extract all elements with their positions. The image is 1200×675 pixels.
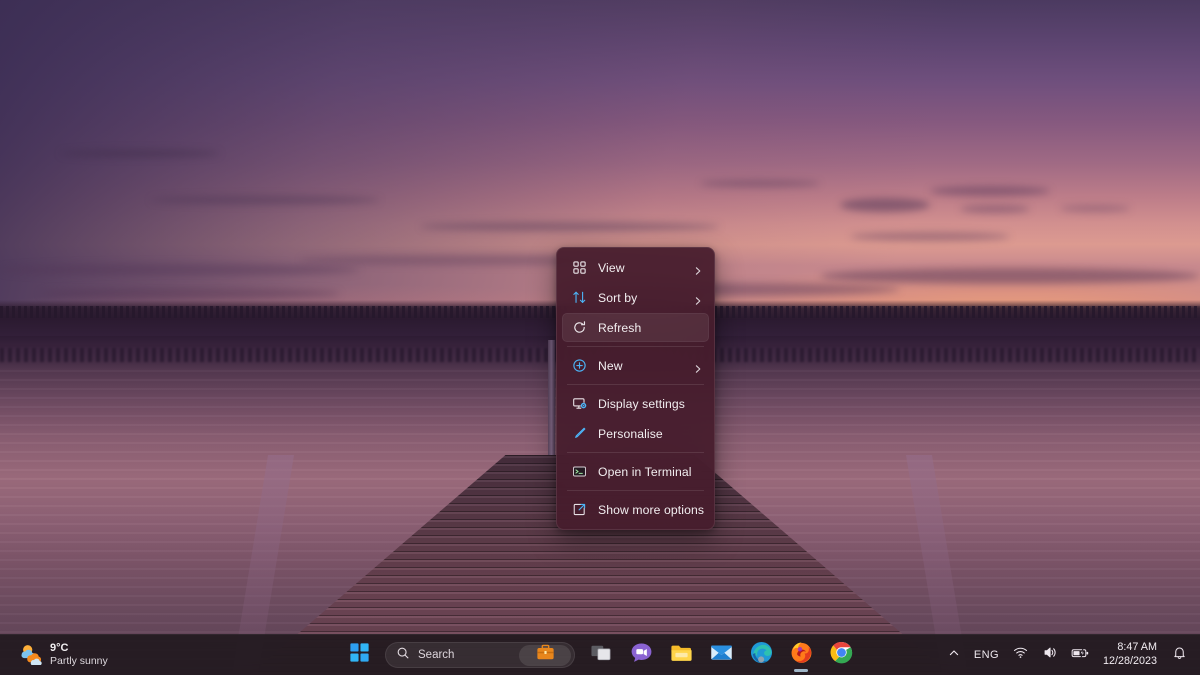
sort-icon [570, 289, 588, 307]
context-menu-item-label: New [598, 358, 623, 373]
volume-button[interactable] [1035, 638, 1064, 672]
weather-condition: Partly sunny [50, 655, 108, 668]
show-more-icon [570, 501, 588, 519]
firefox-icon [790, 641, 813, 669]
context-menu-item-open-in-terminal[interactable]: Open in Terminal [562, 457, 709, 486]
display-settings-icon [570, 395, 588, 413]
taskbar-app-firefox[interactable] [781, 635, 821, 675]
clock-time: 8:47 AM [1117, 641, 1157, 654]
wifi-icon [1013, 645, 1028, 665]
edge-icon [750, 641, 773, 669]
mail-icon [710, 643, 733, 667]
grid-icon [570, 259, 588, 277]
tray-overflow-button[interactable] [941, 638, 967, 672]
file-explorer-icon [670, 643, 693, 668]
context-menu-item-label: View [598, 260, 625, 275]
desktop-context-menu[interactable]: View Sort by Refresh New Display setting… [556, 247, 715, 530]
refresh-icon [570, 319, 588, 337]
notifications-button[interactable] [1165, 638, 1194, 672]
context-menu-item-label: Open in Terminal [598, 464, 692, 479]
context-menu-item-display-settings[interactable]: Display settings [562, 389, 709, 418]
context-menu-item-personalise[interactable]: Personalise [562, 419, 709, 448]
context-menu-item-label: Personalise [598, 426, 663, 441]
taskbar-app-edge[interactable] [741, 635, 781, 675]
network-button[interactable] [1006, 638, 1035, 672]
chat-icon [630, 642, 653, 668]
context-menu-item-refresh[interactable]: Refresh [562, 313, 709, 342]
chevron-right-icon [693, 361, 703, 373]
taskbar-app-file-explorer[interactable] [661, 635, 701, 675]
taskbar-clock[interactable]: 8:47 AM 12/28/2023 [1097, 638, 1165, 672]
briefcase-icon [536, 644, 555, 666]
chevron-up-icon [948, 646, 960, 664]
volume-icon [1042, 645, 1057, 665]
language-indicator[interactable]: ENG [967, 638, 1006, 672]
windows-logo-icon [349, 643, 369, 667]
search-icon [396, 646, 410, 665]
dock-post [548, 340, 555, 460]
search-highlight-chip[interactable] [519, 644, 571, 666]
taskbar-weather-widget[interactable]: 9°C Partly sunny [4, 638, 118, 672]
context-menu-item-label: Refresh [598, 320, 642, 335]
start-button[interactable] [339, 635, 379, 675]
context-menu-item-show-more-options[interactable]: Show more options [562, 495, 709, 524]
taskbar-app-chrome[interactable] [821, 635, 861, 675]
taskbar-app-mail[interactable] [701, 635, 741, 675]
context-menu-item-view[interactable]: View [562, 253, 709, 282]
battery-charging-icon [1071, 646, 1090, 665]
context-menu-separator [567, 346, 704, 347]
context-menu-separator [567, 452, 704, 453]
terminal-icon [570, 463, 588, 481]
taskbar[interactable]: 9°C Partly sunny Search ENG 8:47 AM 12/2… [0, 634, 1200, 675]
personalise-icon [570, 425, 588, 443]
app-running-indicator [794, 669, 808, 672]
context-menu-separator [567, 384, 704, 385]
task-view-icon [590, 643, 612, 668]
taskbar-center-cluster: Search [339, 635, 861, 675]
desktop[interactable]: View Sort by Refresh New Display setting… [0, 0, 1200, 675]
new-plus-icon [570, 357, 588, 375]
taskbar-app-task-view[interactable] [581, 635, 621, 675]
context-menu-item-sort-by[interactable]: Sort by [562, 283, 709, 312]
chevron-right-icon [693, 263, 703, 275]
language-label: ENG [973, 649, 999, 661]
partly-sunny-icon [18, 641, 42, 670]
taskbar-app-chat[interactable] [621, 635, 661, 675]
context-menu-item-label: Display settings [598, 396, 685, 411]
context-menu-item-new[interactable]: New [562, 351, 709, 380]
system-tray: ENG 8:47 AM 12/28/2023 [941, 635, 1194, 675]
chrome-icon [830, 641, 853, 669]
chevron-right-icon [693, 293, 703, 305]
context-menu-separator [567, 490, 704, 491]
weather-temperature: 9°C [50, 642, 69, 655]
bell-icon [1172, 645, 1187, 665]
context-menu-item-label: Sort by [598, 290, 638, 305]
search-box[interactable]: Search [385, 642, 575, 668]
search-input[interactable]: Search [418, 649, 454, 661]
battery-button[interactable] [1064, 638, 1097, 672]
clock-date: 12/28/2023 [1102, 655, 1157, 667]
context-menu-item-label: Show more options [598, 502, 705, 517]
